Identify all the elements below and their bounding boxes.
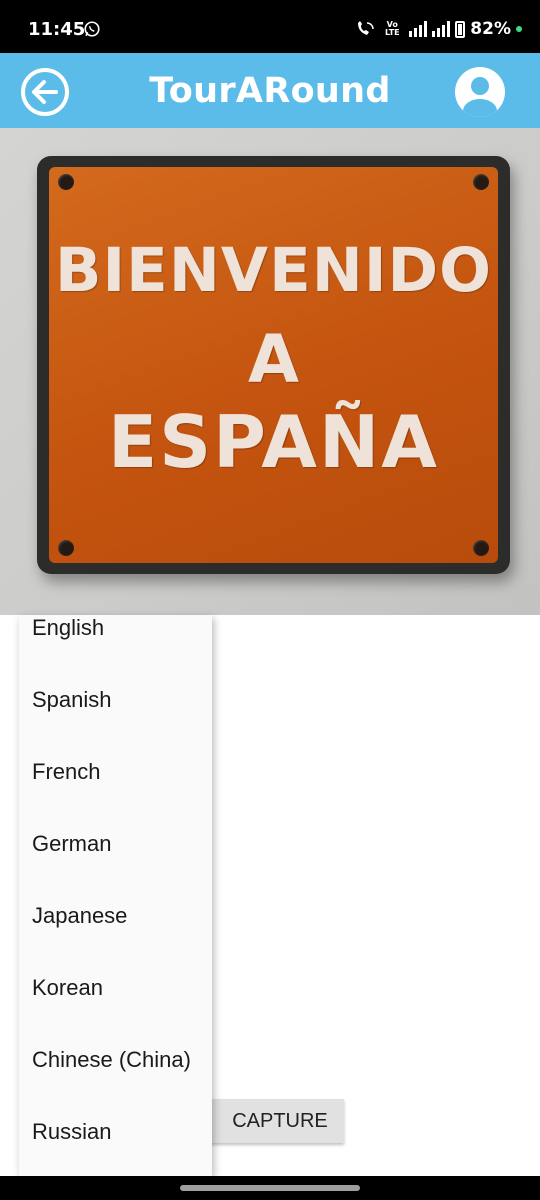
language-dropdown-menu: English Spanish French German Japanese K… (19, 615, 212, 1176)
wifi-call-icon (358, 21, 375, 35)
battery-percent: 82% (470, 19, 511, 39)
screw-icon (58, 174, 74, 190)
sign-text-line1: BIENVENIDO (54, 235, 493, 306)
privacy-dot-icon (516, 26, 522, 32)
status-time: 11:45 (28, 19, 86, 40)
navigation-bar (0, 1176, 540, 1200)
signal-icon-2 (432, 21, 451, 37)
whatsapp-icon (84, 21, 100, 37)
language-option-russian[interactable]: Russian (32, 1119, 111, 1145)
app-bar: TourARound (0, 53, 540, 128)
language-option-japanese[interactable]: Japanese (32, 903, 127, 929)
language-option-french[interactable]: French (32, 759, 100, 785)
home-gesture-handle[interactable] (180, 1185, 360, 1191)
signal-icon (409, 21, 428, 37)
captured-photo: BIENVENIDO A ESPAÑA (0, 128, 540, 615)
screw-icon (473, 540, 489, 556)
language-option-spanish[interactable]: Spanish (32, 687, 112, 713)
sign-text-line3: ESPAÑA (108, 400, 439, 484)
volte-bottom: LTE (384, 28, 400, 37)
screw-icon (473, 174, 489, 190)
language-option-english[interactable]: English (32, 615, 104, 641)
capture-button[interactable]: CAPTURE (196, 1099, 344, 1143)
status-bar: 11:45 Vo LTE 82% (0, 0, 540, 53)
sign-frame: BIENVENIDO A ESPAÑA (37, 156, 510, 574)
language-option-chinese[interactable]: Chinese (China) (32, 1047, 191, 1073)
sign-face: BIENVENIDO A ESPAÑA (49, 167, 498, 563)
screw-icon (58, 540, 74, 556)
language-option-korean[interactable]: Korean (32, 975, 103, 1001)
sign-text-line2: A (247, 321, 300, 398)
battery-icon (455, 20, 466, 38)
status-icons: Vo LTE 82% (355, 17, 522, 41)
language-option-german[interactable]: German (32, 831, 111, 857)
volte-indicator: Vo LTE (380, 21, 404, 37)
account-icon[interactable] (454, 66, 506, 118)
